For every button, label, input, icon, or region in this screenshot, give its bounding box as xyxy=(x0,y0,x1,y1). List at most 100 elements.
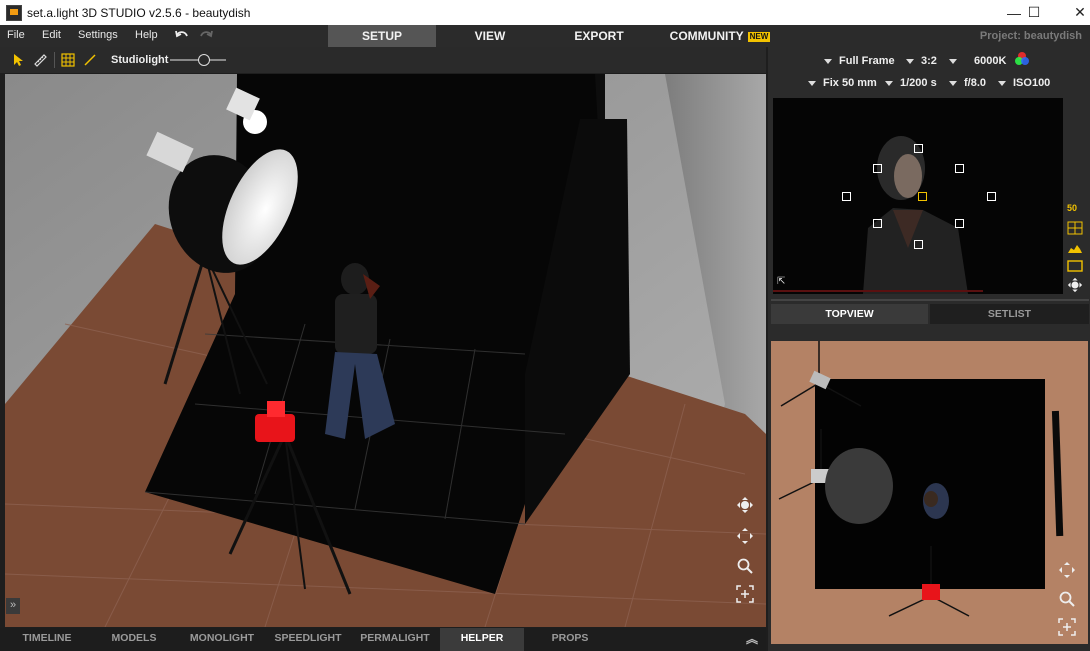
focus-point[interactable] xyxy=(955,164,964,173)
tab-monolight[interactable]: MONOLIGHT xyxy=(180,628,264,651)
white-balance-value: 6000K xyxy=(974,55,1007,67)
menu-help[interactable]: Help xyxy=(135,29,158,41)
menu-edit[interactable]: Edit xyxy=(42,29,61,41)
app-logo-icon xyxy=(6,5,22,21)
panel-tab-bar: TOPVIEW SETLIST xyxy=(771,304,1089,324)
close-icon: ✕ xyxy=(1074,4,1086,20)
window-title: set.a.light 3D STUDIO v2.5.6 - beautydis… xyxy=(27,6,251,20)
new-badge: NEW xyxy=(747,31,771,42)
tab-props[interactable]: PROPS xyxy=(528,628,612,651)
chevron-down-icon xyxy=(824,58,832,64)
tab-setlist[interactable]: SETLIST xyxy=(930,304,1089,324)
aperture-value: f/8.0 xyxy=(964,77,987,89)
top-zoom-icon[interactable] xyxy=(1057,589,1077,609)
collapse-tabs-icon[interactable]: ︽ xyxy=(746,630,758,647)
measure-tool[interactable] xyxy=(32,52,48,68)
maximize-button[interactable]: ☐ xyxy=(1011,0,1057,25)
tab-models[interactable]: MODELS xyxy=(94,628,174,651)
zoom-indicator: 50 xyxy=(1067,203,1078,213)
tab-view[interactable]: VIEW xyxy=(436,25,544,47)
focus-point[interactable] xyxy=(914,144,923,153)
format-select[interactable]: Full Frame xyxy=(824,53,895,69)
tab-setup[interactable]: SETUP xyxy=(328,25,436,47)
3d-viewport[interactable]: » xyxy=(5,74,766,627)
zoom-icon[interactable] xyxy=(735,556,755,576)
tab-community[interactable]: COMMUNITY NEW xyxy=(660,25,780,47)
camera-settings-row-2: Fix 50 mm 1/200 s f/8.0 ISO100 xyxy=(768,73,1090,93)
top-fit-view-icon[interactable] xyxy=(1057,617,1077,637)
pan-icon[interactable] xyxy=(735,526,755,546)
format-value: Full Frame xyxy=(839,55,895,67)
undo-icon[interactable] xyxy=(174,27,190,43)
focus-point[interactable] xyxy=(914,240,923,249)
aspect-select[interactable]: 3:2 xyxy=(906,53,937,69)
lens-value: Fix 50 mm xyxy=(823,77,877,89)
title-bar: set.a.light 3D STUDIO v2.5.6 - beautydis… xyxy=(0,0,1090,25)
studiolight-slider[interactable] xyxy=(170,54,226,66)
fit-view-icon[interactable] xyxy=(735,584,755,604)
iso-value: ISO100 xyxy=(1013,77,1051,89)
line-icon xyxy=(84,54,96,66)
tab-topview[interactable]: TOPVIEW xyxy=(771,304,928,324)
maximize-icon: ☐ xyxy=(1027,4,1041,20)
iso-select[interactable]: ISO100 xyxy=(998,75,1050,91)
top-view-map[interactable] xyxy=(771,341,1088,644)
select-tool[interactable] xyxy=(10,52,26,68)
close-button[interactable]: ✕ xyxy=(1057,0,1090,25)
panel-divider xyxy=(771,299,1089,301)
white-balance-select[interactable]: 6000K xyxy=(949,53,1006,69)
focus-grid-icon[interactable] xyxy=(1067,221,1083,240)
frame-icon[interactable] xyxy=(1067,259,1083,277)
cursor-icon xyxy=(14,54,23,66)
focus-point[interactable] xyxy=(987,192,996,201)
grid-icon xyxy=(61,53,75,67)
menu-settings[interactable]: Settings xyxy=(78,29,118,41)
chevron-down-icon xyxy=(949,80,957,86)
histogram-icon[interactable] xyxy=(1067,241,1083,259)
focus-point-active[interactable] xyxy=(918,192,927,201)
toolbar-divider xyxy=(54,52,55,68)
redo-icon[interactable] xyxy=(198,27,214,43)
menu-bar: File Edit Settings Help SETUP VIEW EXPOR… xyxy=(0,25,1090,47)
chevron-down-icon xyxy=(998,80,1006,86)
preview-move-icon[interactable]: ⇱ xyxy=(777,276,785,287)
rgb-icon xyxy=(1015,52,1029,65)
ruler-icon xyxy=(34,54,47,67)
expand-panel-icon[interactable]: » xyxy=(6,598,20,614)
camera-settings-row-1: Full Frame 3:2 6000K xyxy=(768,51,1090,71)
tab-helper[interactable]: HELPER xyxy=(440,628,524,651)
grid-toggle[interactable] xyxy=(60,52,76,68)
focus-point[interactable] xyxy=(873,164,882,173)
tab-permalight[interactable]: PERMALIGHT xyxy=(354,628,436,651)
project-name: Project: beautydish xyxy=(979,30,1082,42)
chevron-down-icon xyxy=(906,58,914,64)
shutter-value: 1/200 s xyxy=(900,77,937,89)
shutter-select[interactable]: 1/200 s xyxy=(885,75,937,91)
studio-scene xyxy=(5,74,766,627)
line-tool[interactable] xyxy=(82,52,98,68)
tab-timeline[interactable]: TIMELINE xyxy=(8,628,86,651)
focus-point[interactable] xyxy=(842,192,851,201)
lens-select[interactable]: Fix 50 mm xyxy=(808,75,877,91)
focus-point[interactable] xyxy=(955,219,964,228)
focus-point[interactable] xyxy=(873,219,882,228)
viewport-toolbar: Studiolight xyxy=(0,47,766,73)
studiolight-label: Studiolight xyxy=(111,54,169,66)
camera-preview[interactable]: ⇱ xyxy=(773,98,1063,294)
top-view-scene xyxy=(778,341,1064,617)
top-model xyxy=(923,483,949,519)
tab-export[interactable]: EXPORT xyxy=(544,25,654,47)
aspect-value: 3:2 xyxy=(921,55,937,67)
right-panel: Full Frame 3:2 6000K Fix 50 mm 1/200 s f… xyxy=(768,47,1090,651)
aperture-select[interactable]: f/8.0 xyxy=(949,75,986,91)
color-wheel-button[interactable] xyxy=(1014,51,1030,67)
chevron-down-icon xyxy=(808,80,816,86)
chevron-down-icon xyxy=(949,58,957,64)
tab-community-label: COMMUNITY xyxy=(669,29,744,43)
preview-orbit-icon[interactable] xyxy=(1067,277,1083,298)
menu-file[interactable]: File xyxy=(7,29,25,41)
tab-speedlight[interactable]: SPEEDLIGHT xyxy=(268,628,348,651)
top-pan-icon[interactable] xyxy=(1057,560,1077,580)
orbit-icon[interactable] xyxy=(735,495,755,515)
slider-knob[interactable] xyxy=(197,54,210,66)
